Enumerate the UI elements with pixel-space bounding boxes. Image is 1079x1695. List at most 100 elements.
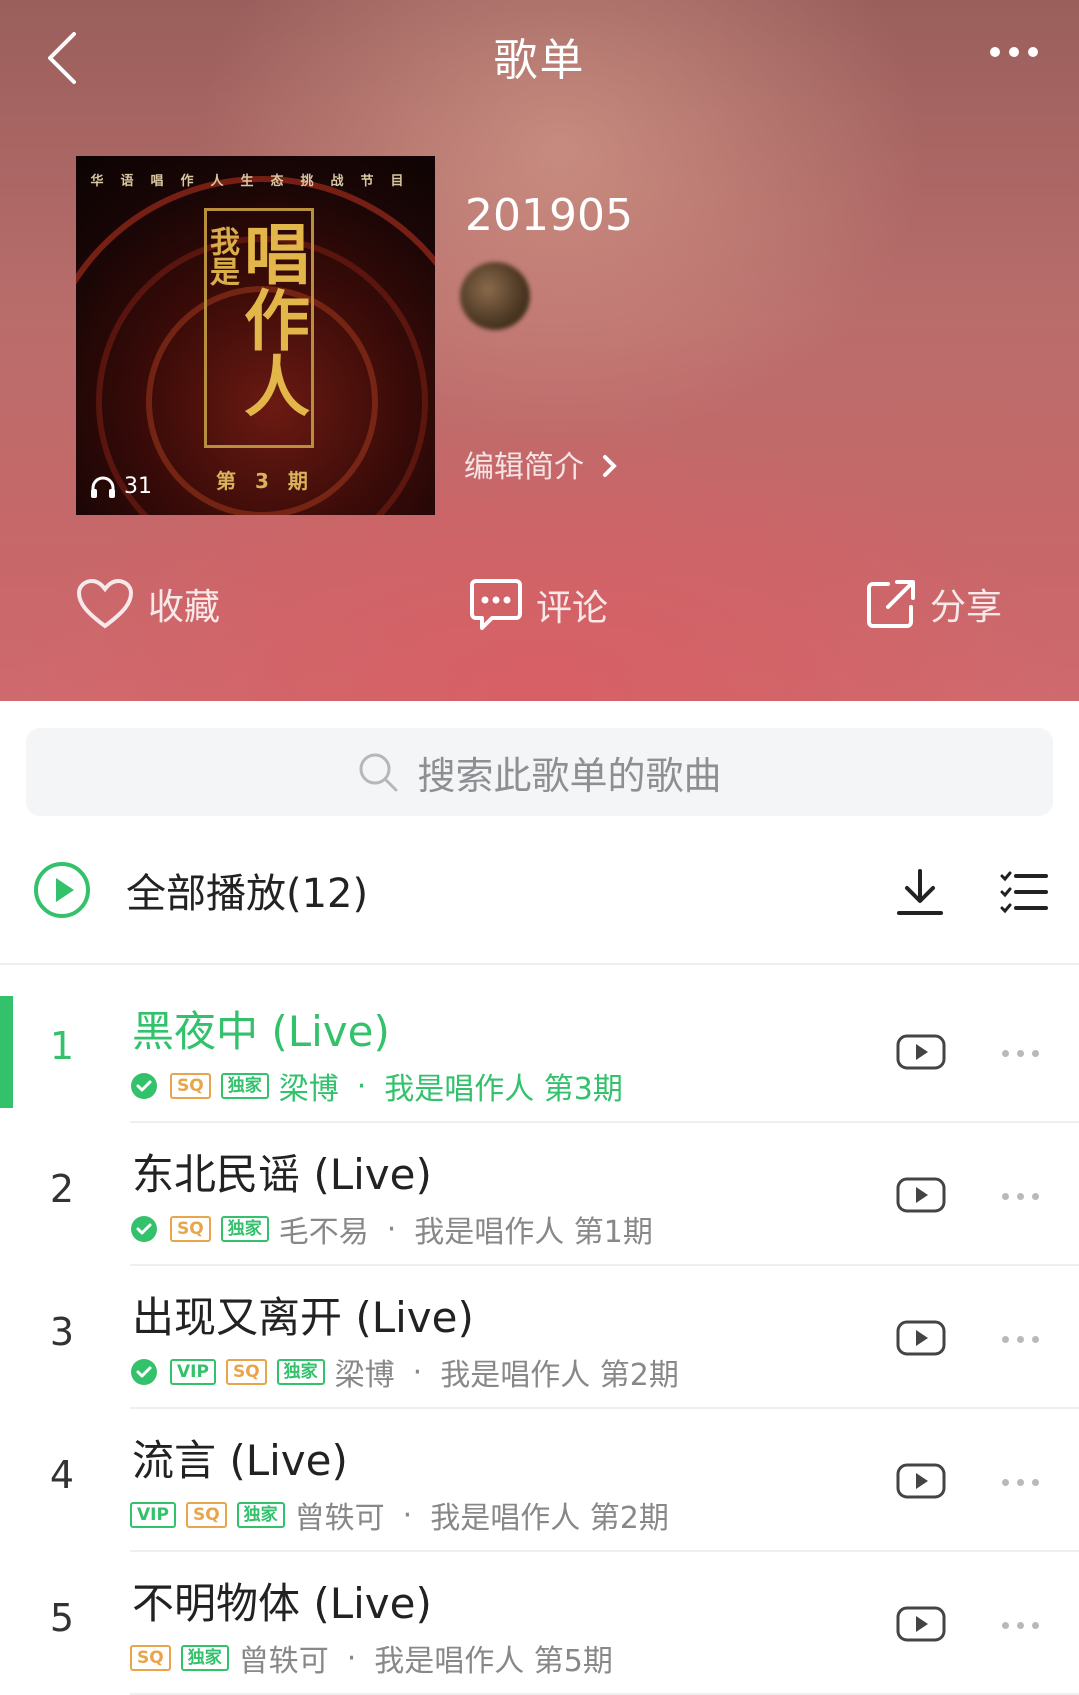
video-play-icon: [896, 1034, 946, 1070]
favorite-button[interactable]: 收藏: [76, 578, 220, 630]
more-dots-icon: [1002, 1042, 1047, 1061]
video-play-icon: [896, 1606, 946, 1642]
song-number: 5: [49, 1596, 75, 1640]
song-number: 1: [49, 1024, 75, 1068]
avatar: [460, 262, 530, 330]
playlist-header: 歌单 华语唱作人生态挑战节目 我是 唱作人 第 3 期 31 201905 编辑…: [0, 0, 1079, 701]
song-number: 4: [49, 1453, 75, 1497]
more-dots-icon: [1002, 1614, 1047, 1633]
play-circle-icon: [34, 862, 90, 918]
song-more-button[interactable]: [1002, 1042, 1047, 1061]
more-button[interactable]: [990, 42, 1050, 72]
badge-sq: SQ: [170, 1073, 211, 1099]
cover-issue-text: 第 3 期: [216, 469, 314, 493]
song-more-button[interactable]: [1002, 1614, 1047, 1633]
song-more-button[interactable]: [1002, 1328, 1047, 1347]
mv-button[interactable]: [896, 1318, 946, 1362]
badge-ex: 独家: [180, 1645, 229, 1671]
song-row[interactable]: 3 出现又离开 (Live) VIP SQ 独家 梁博 · 我是唱作人 第2期: [0, 1266, 1079, 1409]
page-title: 歌单: [493, 35, 586, 86]
song-title: 黑夜中 (Live): [132, 1007, 390, 1056]
song-meta: VIP SQ 独家 曾轶可 · 我是唱作人 第2期: [130, 1493, 669, 1537]
play-all-row: 全部播放(12): [0, 840, 1079, 964]
mv-button[interactable]: [896, 1461, 946, 1505]
separator-dot: ·: [346, 1640, 357, 1676]
more-dots-icon: [1002, 1185, 1047, 1204]
separator-dot: ·: [402, 1497, 413, 1533]
edit-intro-link[interactable]: 编辑简介: [464, 442, 620, 486]
song-album: 我是唱作人 第5期: [374, 1644, 613, 1679]
download-button[interactable]: [896, 868, 944, 920]
song-row[interactable]: 2 东北民谣 (Live) SQ 独家 毛不易 · 我是唱作人 第1期: [0, 1123, 1079, 1266]
separator-dot: ·: [386, 1211, 397, 1247]
multi-select-button[interactable]: [1000, 870, 1048, 918]
checklist-icon: [1000, 871, 1048, 914]
badge-sq: SQ: [170, 1216, 211, 1242]
song-row[interactable]: 5 不明物体 (Live) SQ 独家 曾轶可 · 我是唱作人 第5期: [0, 1552, 1079, 1695]
chevron-right-icon: [602, 455, 617, 477]
play-count-value: 31: [124, 474, 152, 499]
play-all-button[interactable]: 全部播放(12): [32, 860, 368, 920]
now-playing-indicator: [0, 996, 13, 1108]
comment-label: 评论: [536, 588, 609, 629]
creator[interactable]: [460, 262, 614, 330]
search-icon: [359, 753, 398, 792]
video-play-icon: [896, 1463, 946, 1499]
download-icon: [897, 869, 943, 915]
badge-ex: 独家: [220, 1073, 269, 1099]
search-placeholder: 搜索此歌单的歌曲: [417, 753, 722, 798]
separator-dot: ·: [356, 1068, 367, 1104]
badge-vip: VIP: [170, 1359, 216, 1385]
cover-top-text: 华语唱作人生态挑战节目: [90, 174, 421, 189]
share-button[interactable]: 分享: [866, 578, 1002, 630]
song-title: 不明物体 (Live): [132, 1579, 432, 1628]
more-dots-icon: [990, 42, 1047, 61]
favorite-label: 收藏: [148, 587, 221, 628]
song-album: 我是唱作人 第3期: [384, 1072, 623, 1107]
mv-button[interactable]: [896, 1032, 946, 1076]
mv-button[interactable]: [896, 1604, 946, 1648]
comment-icon: [470, 579, 522, 630]
share-label: 分享: [930, 587, 1003, 628]
more-dots-icon: [1002, 1471, 1047, 1490]
song-title: 出现又离开 (Live): [132, 1293, 474, 1342]
mv-button[interactable]: [896, 1175, 946, 1219]
song-artist: 曾轶可: [294, 1501, 385, 1536]
song-album: 我是唱作人 第2期: [440, 1358, 679, 1393]
more-dots-icon: [1002, 1328, 1047, 1347]
badge-sq: SQ: [225, 1359, 267, 1385]
share-icon: [867, 580, 915, 628]
badge-sq: SQ: [130, 1645, 171, 1671]
downloaded-check-icon: [131, 1216, 157, 1242]
song-meta: VIP SQ 独家 梁博 · 我是唱作人 第2期: [130, 1350, 679, 1394]
badge-sq: SQ: [185, 1502, 227, 1528]
song-number: 2: [49, 1167, 75, 1211]
badge-ex: 独家: [236, 1502, 285, 1528]
separator-dot: ·: [412, 1354, 423, 1390]
song-title: 东北民谣 (Live): [132, 1150, 432, 1199]
search-input[interactable]: 搜索此歌单的歌曲: [26, 728, 1053, 816]
song-row[interactable]: 1 黑夜中 (Live) SQ 独家 梁博 · 我是唱作人 第3期: [0, 980, 1079, 1123]
creator-name: [544, 277, 614, 315]
song-row[interactable]: 4 流言 (Live) VIP SQ 独家 曾轶可 · 我是唱作人 第2期: [0, 1409, 1079, 1552]
video-play-icon: [896, 1320, 946, 1356]
song-artist: 曾轶可: [238, 1644, 329, 1679]
comment-button[interactable]: 评论: [470, 578, 608, 632]
song-title: 流言 (Live): [132, 1436, 348, 1485]
edit-intro-label: 编辑简介: [464, 450, 584, 485]
playlist-cover[interactable]: 华语唱作人生态挑战节目 我是 唱作人 第 3 期 31: [76, 156, 435, 515]
song-meta: SQ 独家 曾轶可 · 我是唱作人 第5期: [130, 1636, 613, 1680]
song-more-button[interactable]: [1002, 1471, 1047, 1490]
playlist-title: 201905: [465, 190, 633, 241]
downloaded-check-icon: [131, 1073, 157, 1099]
play-count: 31: [90, 474, 152, 499]
song-meta: SQ 独家 毛不易 · 我是唱作人 第1期: [130, 1207, 653, 1251]
song-more-button[interactable]: [1002, 1185, 1047, 1204]
song-artist: 毛不易: [278, 1215, 369, 1250]
song-album: 我是唱作人 第1期: [414, 1215, 653, 1250]
play-all-label: 全部播放(12): [126, 871, 369, 917]
heart-icon: [76, 578, 134, 629]
song-artist: 梁博: [334, 1358, 395, 1393]
song-meta: SQ 独家 梁博 · 我是唱作人 第3期: [130, 1064, 623, 1108]
badge-ex: 独家: [276, 1359, 325, 1385]
